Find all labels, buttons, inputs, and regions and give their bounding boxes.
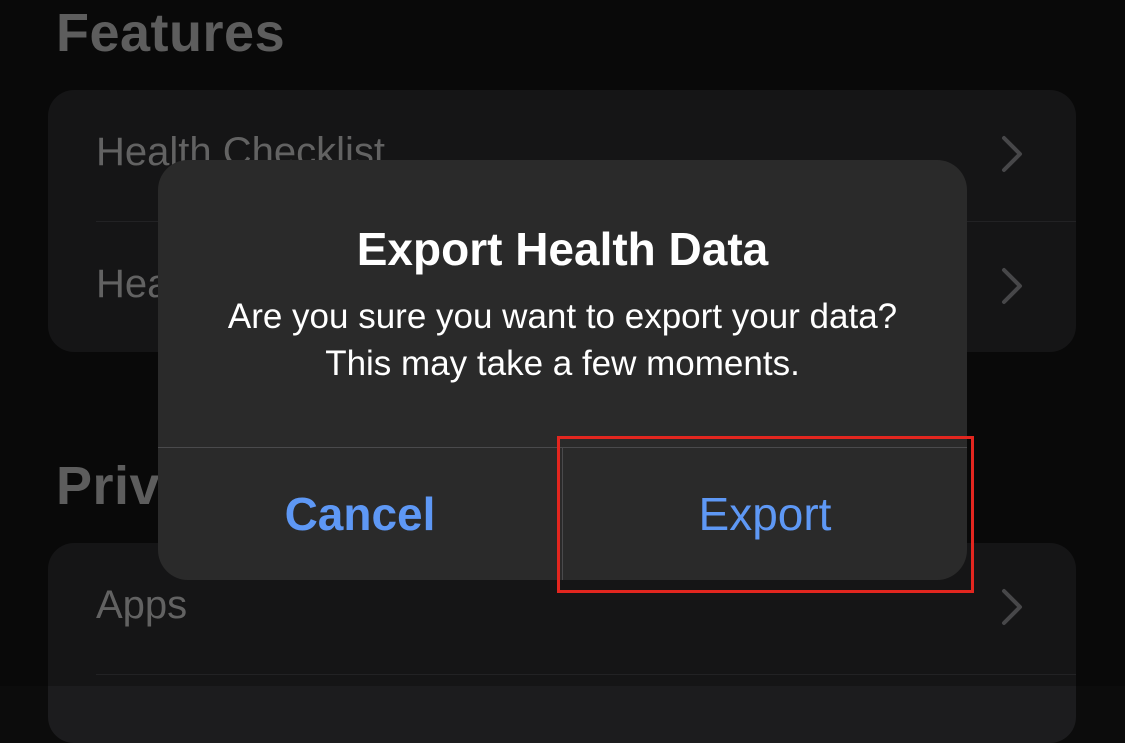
alert-title: Export Health Data	[356, 223, 769, 275]
export-button-highlight	[557, 436, 974, 593]
cancel-button[interactable]: Cancel	[158, 448, 562, 580]
alert-message: Are you sure you want to export your dat…	[227, 297, 898, 383]
